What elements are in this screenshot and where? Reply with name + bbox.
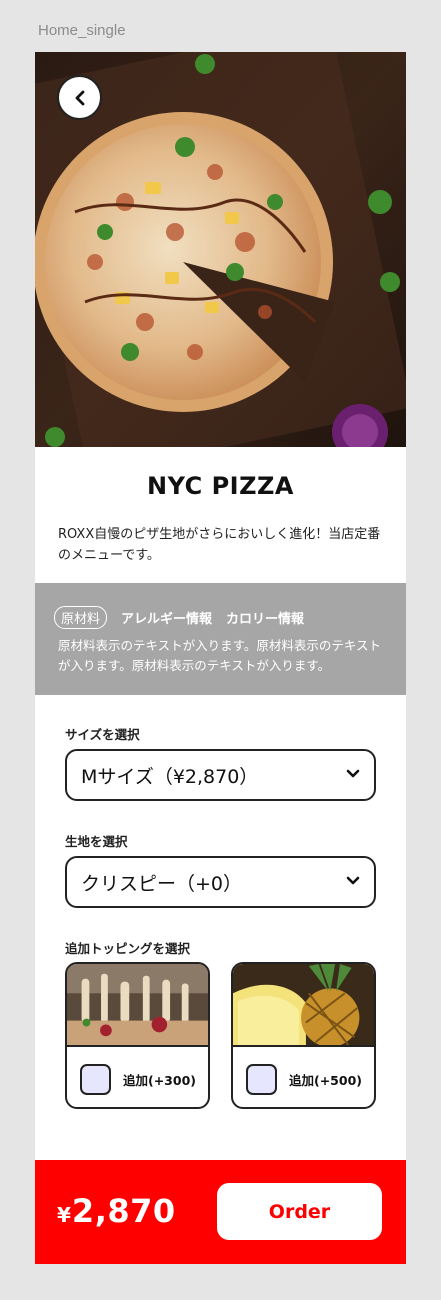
topping-row: 追加(+300) — [80, 1064, 196, 1095]
chevron-left-icon — [75, 90, 84, 105]
info-panel: 原材料 アレルギー情報 カロリー情報 原材料表示のテキストが入ります。原材料表示… — [35, 583, 406, 695]
hero-image — [35, 52, 406, 447]
product-description: ROXX自慢のピザ生地がさらにおいしく進化！当店定番のメニューです。 — [58, 527, 381, 563]
topping-checkbox-pineapple[interactable] — [246, 1064, 277, 1095]
info-tabs: 原材料 アレルギー情報 カロリー情報 — [54, 606, 304, 629]
frame-label: Home_single — [38, 22, 126, 39]
topping-checkbox-cheese[interactable] — [80, 1064, 111, 1095]
tab-calories[interactable]: カロリー情報 — [226, 608, 304, 627]
back-button[interactable] — [57, 75, 102, 120]
pineapple-topping-image — [233, 964, 374, 1047]
chevron-down-icon — [346, 769, 360, 778]
tab-allergy[interactable]: アレルギー情報 — [121, 608, 212, 627]
chevron-down-icon — [346, 876, 360, 885]
cheese-topping-image — [67, 964, 208, 1047]
tab-ingredients[interactable]: 原材料 — [54, 606, 108, 629]
crust-select[interactable]: クリスピー（+0） — [65, 856, 376, 908]
topping-card-cheese[interactable]: 追加(+300) — [65, 962, 210, 1109]
size-select-value: Mサイズ（¥2,870） — [81, 765, 259, 788]
currency-symbol: ¥ — [57, 1203, 71, 1227]
crust-select-value: クリスピー（+0） — [81, 872, 243, 895]
crust-select-label: 生地を選択 — [65, 834, 128, 849]
total-price: ¥ 2,870 — [57, 1192, 176, 1230]
price-amount: 2,870 — [71, 1192, 176, 1230]
product-screen: NYC PIZZA ROXX自慢のピザ生地がさらにおいしく進化！当店定番のメニュ… — [35, 52, 406, 1264]
size-select[interactable]: Mサイズ（¥2,870） — [65, 749, 376, 801]
topping-label-cheese: 追加(+300) — [123, 1073, 196, 1088]
topping-label-pineapple: 追加(+500) — [289, 1073, 362, 1088]
toppings-label: 追加トッピングを選択 — [65, 941, 191, 956]
size-select-label: サイズを選択 — [65, 727, 140, 742]
order-button[interactable]: Order — [217, 1183, 382, 1240]
order-bar: ¥ 2,870 Order — [35, 1160, 406, 1264]
info-text: 原材料表示のテキストが入ります。原材料表示のテキストが入ります。原材料表示のテキ… — [58, 638, 382, 673]
topping-card-pineapple[interactable]: 追加(+500) — [231, 962, 376, 1109]
product-title: NYC PIZZA — [147, 472, 294, 500]
topping-row: 追加(+500) — [246, 1064, 362, 1095]
